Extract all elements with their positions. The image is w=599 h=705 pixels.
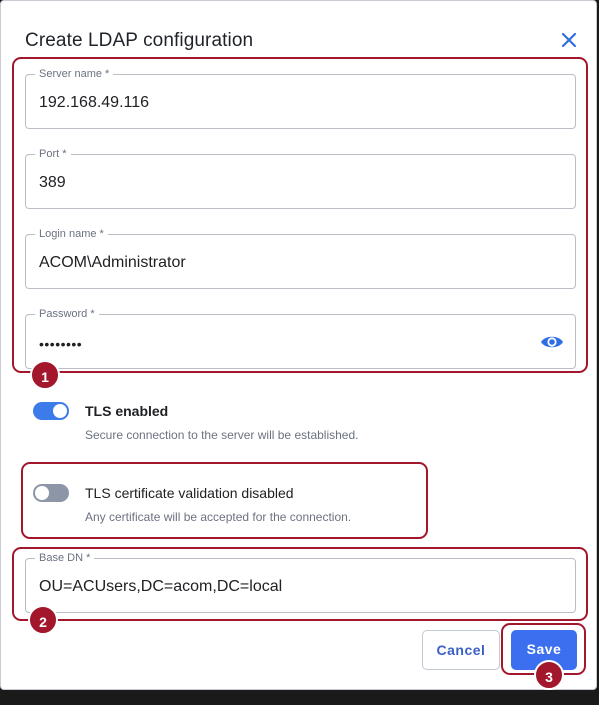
annotation-badge-2: 2: [28, 605, 58, 635]
annotation-badge-3: 3: [534, 660, 564, 690]
port-field[interactable]: Port * 389: [25, 147, 576, 209]
cert-validation-description: Any certificate will be accepted for the…: [85, 510, 352, 524]
tls-enabled-title: TLS enabled: [85, 403, 169, 419]
close-icon[interactable]: [558, 29, 580, 51]
toggle-knob: [35, 486, 49, 500]
server-name-value: 192.168.49.116: [39, 94, 150, 111]
login-name-field[interactable]: Login name * ACOM\Administrator: [25, 227, 576, 289]
password-label: Password *: [35, 307, 99, 321]
login-name-value: ACOM\Administrator: [39, 254, 186, 271]
server-name-field[interactable]: Server name * 192.168.49.116: [25, 67, 576, 129]
cancel-button[interactable]: Cancel: [422, 630, 500, 670]
cert-validation-title: TLS certificate validation disabled: [85, 485, 294, 501]
login-name-label: Login name *: [35, 227, 108, 241]
password-field[interactable]: Password * ••••••••: [25, 307, 576, 369]
base-dn-label: Base DN *: [35, 551, 95, 565]
toggle-knob: [53, 404, 67, 418]
cert-validation-toggle[interactable]: [33, 484, 69, 502]
base-dn-value: OU=ACUsers,DC=acom,DC=local: [39, 578, 283, 595]
ldap-config-dialog: Create LDAP configuration Server name * …: [0, 0, 597, 690]
eye-icon[interactable]: [540, 332, 564, 352]
password-value: ••••••••: [39, 336, 83, 352]
port-label: Port *: [35, 147, 71, 161]
annotation-badge-1: 1: [30, 360, 60, 390]
dialog-title: Create LDAP configuration: [25, 30, 254, 51]
tls-enabled-toggle[interactable]: [33, 402, 69, 420]
server-name-label: Server name *: [35, 67, 114, 81]
base-dn-field[interactable]: Base DN * OU=ACUsers,DC=acom,DC=local: [25, 551, 576, 613]
port-value: 389: [39, 174, 66, 191]
tls-enabled-description: Secure connection to the server will be …: [85, 428, 359, 442]
